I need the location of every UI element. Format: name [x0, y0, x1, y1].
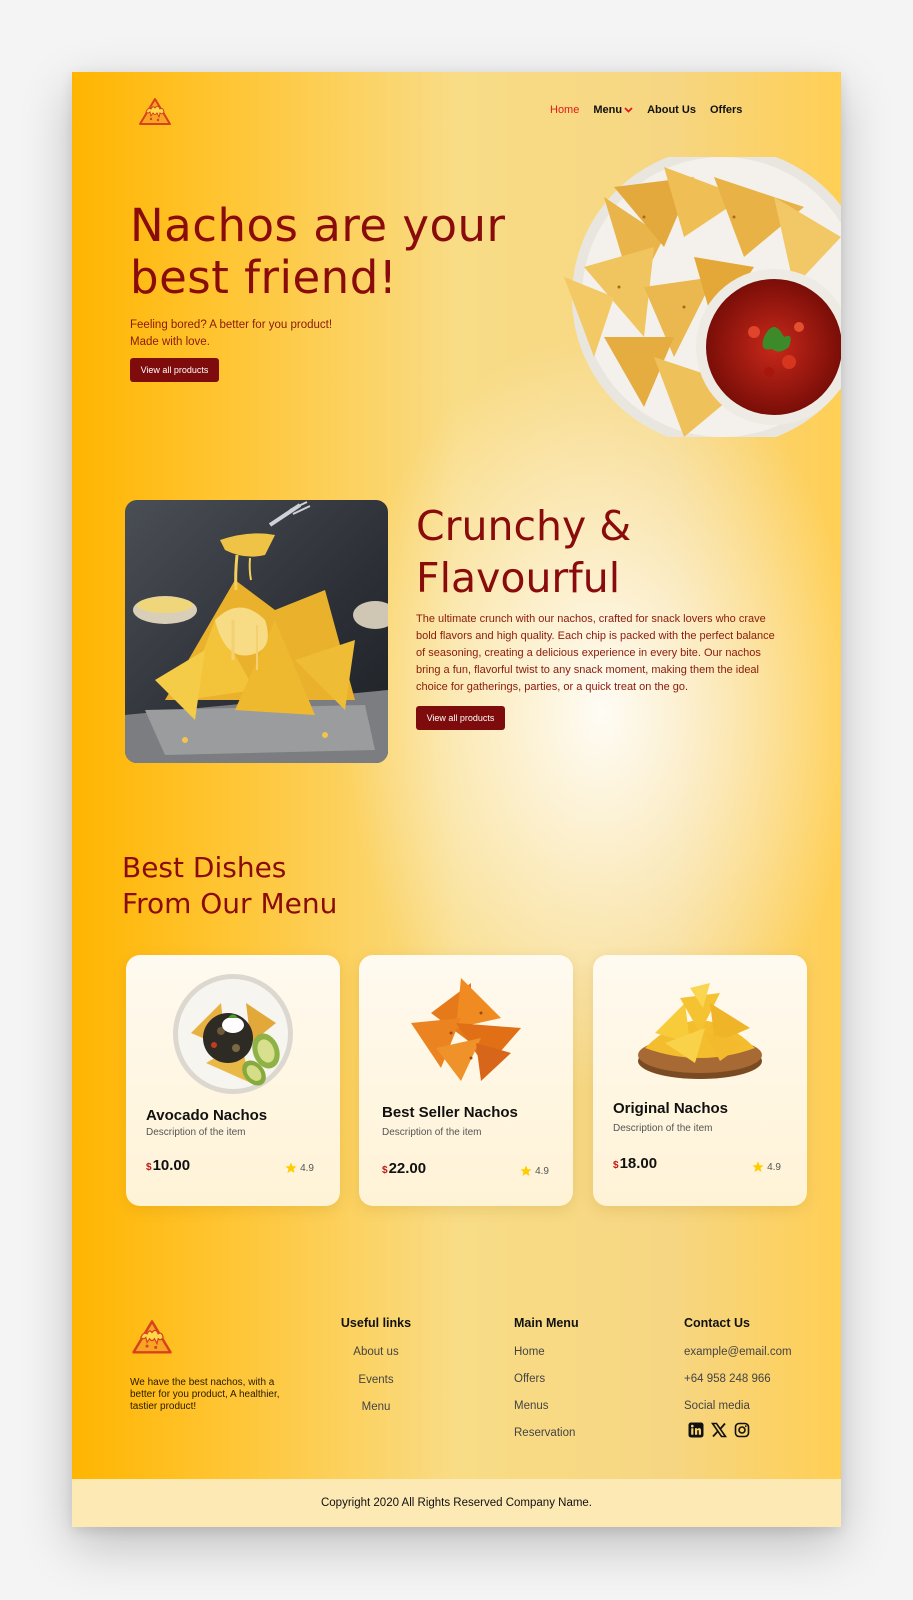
currency-symbol: $ — [382, 1165, 388, 1176]
dish-rating-value: 4.9 — [300, 1162, 314, 1174]
crunchy-title-line2: Flavourful — [416, 554, 621, 602]
hero-view-products-button[interactable]: View all products — [130, 358, 219, 382]
hero-subtitle-line2: Made with love. — [130, 336, 210, 348]
footer-menu-menus[interactable]: Menus — [514, 1400, 579, 1412]
footer-about-text: We have the best nachos, with a better f… — [130, 1377, 280, 1412]
footer-main-menu: Main Menu Home Offers Menus Reservation — [514, 1316, 579, 1439]
dish-price-value: 10.00 — [152, 1157, 191, 1174]
nachos-salsa-image — [544, 157, 841, 442]
footer-contact-heading: Contact Us — [684, 1316, 750, 1330]
nav-about-us[interactable]: About Us — [647, 104, 696, 116]
logo-nacho-icon[interactable] — [138, 97, 172, 132]
chevron-down-icon — [624, 107, 633, 113]
x-twitter-icon[interactable] — [711, 1422, 727, 1438]
hero-subtitle: Feeling bored? A better for you product!… — [130, 317, 332, 351]
footer-phone: +64 958 248 966 — [684, 1373, 771, 1385]
footer-useful-links-heading: Useful links — [340, 1316, 412, 1330]
crunchy-description: The ultimate crunch with our nachos, cra… — [416, 613, 775, 693]
copyright-bar: Copyright 2020 All Rights Reserved Compa… — [72, 1479, 841, 1527]
footer-menu-reservation[interactable]: Reservation — [514, 1427, 579, 1439]
nav-home[interactable]: Home — [550, 104, 579, 116]
crunchy-title: Crunchy & Flavourful — [416, 500, 631, 604]
footer-menu-home[interactable]: Home — [514, 1346, 579, 1358]
nav-menu[interactable]: Menu — [593, 104, 633, 116]
crunchy-view-products-button[interactable]: View all products — [416, 706, 505, 730]
star-icon — [520, 1165, 532, 1176]
footer-main-menu-heading: Main Menu — [514, 1316, 579, 1330]
dish-rating-value: 4.9 — [767, 1161, 781, 1173]
nav-offers[interactable]: Offers — [710, 104, 742, 116]
dish-card[interactable]: Best Seller Nachos Description of the it… — [359, 955, 573, 1206]
star-icon — [752, 1161, 764, 1172]
dish-description: Description of the item — [146, 1127, 246, 1138]
dish-rating: 4.9 — [752, 1161, 781, 1173]
dish-name: Original Nachos — [613, 1100, 729, 1117]
footer-link-menu[interactable]: Menu — [338, 1401, 414, 1413]
instagram-icon[interactable] — [734, 1422, 750, 1438]
best-dishes-title-line1: Best Dishes — [122, 851, 287, 884]
dish-rating: 4.9 — [285, 1162, 314, 1174]
best-dishes-title-line2: From Our Menu — [122, 887, 338, 920]
best-dishes-title: Best Dishes From Our Menu — [122, 850, 337, 922]
dish-description: Description of the item — [613, 1123, 713, 1134]
dish-price-value: 18.00 — [619, 1155, 658, 1172]
dish-price: $18.00 — [613, 1155, 657, 1172]
dish-rating-value: 4.9 — [535, 1165, 549, 1177]
footer-link-about-us[interactable]: About us — [338, 1346, 414, 1358]
footer-contact: Contact Us example@email.com +64 958 248… — [684, 1316, 792, 1438]
linkedin-icon[interactable] — [688, 1422, 704, 1438]
dish-name: Avocado Nachos — [146, 1107, 268, 1124]
footer-menu-offers[interactable]: Offers — [514, 1373, 579, 1385]
avocado-nachos-image — [126, 973, 340, 1095]
social-icons — [688, 1422, 792, 1438]
dish-card[interactable]: Original Nachos Description of the item … — [593, 955, 807, 1206]
cheese-nachos-image — [125, 500, 388, 763]
dish-description: Description of the item — [382, 1127, 482, 1138]
nav-menu-label: Menu — [593, 104, 623, 116]
footer-email[interactable]: example@email.com — [684, 1346, 792, 1358]
dish-rating: 4.9 — [520, 1165, 549, 1177]
currency-symbol: $ — [613, 1160, 619, 1171]
hero-subtitle-line1: Feeling bored? A better for you product! — [130, 319, 333, 331]
hero-title: Nachos are your best friend! — [130, 199, 506, 304]
footer-useful-links: Useful links About us Events Menu — [338, 1316, 414, 1413]
footer-link-events[interactable]: Events — [338, 1374, 414, 1386]
dish-price: $10.00 — [146, 1157, 190, 1174]
dish-card[interactable]: Avocado Nachos Description of the item $… — [126, 955, 340, 1206]
currency-symbol: $ — [146, 1162, 152, 1173]
footer-social-label: Social media — [684, 1400, 750, 1412]
best-seller-nachos-image — [359, 973, 573, 1083]
original-nachos-image — [593, 973, 807, 1083]
copyright-text: Copyright 2020 All Rights Reserved Compa… — [320, 1497, 593, 1509]
star-icon — [285, 1162, 297, 1173]
crunchy-title-line1: Crunchy & — [416, 502, 632, 550]
dish-name: Best Seller Nachos — [382, 1104, 518, 1121]
dish-price: $22.00 — [382, 1160, 426, 1177]
dish-price-value: 22.00 — [388, 1160, 427, 1177]
footer-logo-icon[interactable] — [131, 1319, 173, 1361]
main-nav: Home Menu About Us Offers — [550, 104, 742, 116]
page: Home Menu About Us Offers Nachos are you… — [72, 72, 841, 1527]
